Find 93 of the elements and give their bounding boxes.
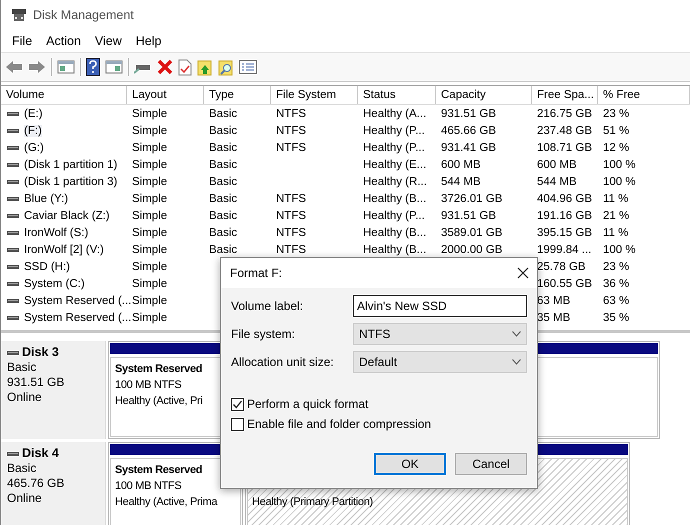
table-cell: Basic bbox=[209, 226, 238, 238]
table-cell: Basic bbox=[209, 244, 238, 256]
partition-status: Healthy (Active, Pri bbox=[115, 394, 204, 409]
table-cell: 3726.01 GB bbox=[441, 192, 502, 204]
table-cell: NTFS bbox=[276, 226, 306, 238]
table-cell: Basic bbox=[209, 158, 238, 170]
disk-name: Disk 3 bbox=[22, 345, 59, 360]
table-cell: Basic bbox=[209, 192, 238, 204]
checkbox-label: Perform a quick format bbox=[247, 397, 368, 411]
table-cell: 216.75 GB bbox=[537, 108, 592, 120]
disk-name: Disk 4 bbox=[22, 446, 59, 461]
table-cell: Simple bbox=[132, 142, 168, 154]
partition-status: Healthy (Active, Prima bbox=[115, 495, 218, 510]
table-cell: 35 % bbox=[603, 312, 630, 324]
table-cell: 1999.84 ... bbox=[537, 244, 592, 256]
table-cell: Healthy (P... bbox=[363, 142, 425, 154]
table-cell: 51 % bbox=[603, 124, 630, 136]
table-cell: Healthy (P... bbox=[363, 124, 425, 136]
table-cell: 931.51 GB bbox=[441, 108, 496, 120]
table-cell: 404.96 GB bbox=[537, 192, 592, 204]
table-cell: Simple bbox=[132, 124, 168, 136]
table-cell: 600 MB bbox=[441, 158, 481, 170]
table-cell: NTFS bbox=[276, 244, 306, 256]
table-cell: Basic bbox=[209, 108, 238, 120]
table-cell: Simple bbox=[132, 210, 168, 222]
table-cell: Simple bbox=[132, 244, 168, 256]
table-cell: 108.71 GB bbox=[537, 142, 592, 154]
table-cell: Basic bbox=[209, 210, 238, 222]
disk-type: Basic bbox=[7, 461, 38, 476]
partition-size: 100 MB NTFS bbox=[115, 378, 182, 393]
table-cell: 237.48 GB bbox=[537, 124, 592, 136]
window-title: Disk Management bbox=[33, 8, 134, 22]
table-cell: Healthy (E... bbox=[363, 158, 426, 170]
table-cell: Simple bbox=[132, 260, 168, 272]
table-cell: Simple bbox=[132, 226, 168, 238]
table-cell: 63 MB bbox=[537, 294, 570, 306]
partition-size: 100 MB NTFS bbox=[115, 479, 182, 494]
table-cell: NTFS bbox=[276, 108, 306, 120]
table-cell: NTFS bbox=[276, 142, 306, 154]
table-cell: Healthy (R... bbox=[363, 176, 427, 188]
table-cell: 12 % bbox=[603, 142, 630, 154]
table-cell: Healthy (A... bbox=[363, 108, 426, 120]
table-cell: 25.78 GB bbox=[537, 260, 586, 272]
table-cell: NTFS bbox=[276, 124, 306, 136]
table-cell: 191.16 GB bbox=[537, 210, 592, 222]
disk-size: 931.51 GB bbox=[7, 375, 66, 390]
table-cell: Healthy (P... bbox=[363, 210, 425, 222]
table-cell: 21 % bbox=[603, 210, 630, 222]
field-label: Volume label: bbox=[231, 299, 304, 313]
table-cell: 931.41 GB bbox=[441, 142, 496, 154]
table-cell: Simple bbox=[132, 158, 168, 170]
table-cell: NTFS bbox=[276, 192, 306, 204]
table-cell: 931.51 GB bbox=[441, 210, 496, 222]
table-cell: 100 % bbox=[603, 176, 636, 188]
table-cell: Healthy (B... bbox=[363, 244, 426, 256]
partition-name: System Reserved bbox=[115, 463, 204, 478]
table-cell: Basic bbox=[209, 176, 238, 188]
table-cell: 11 % bbox=[603, 192, 628, 204]
table-cell: Simple bbox=[132, 176, 168, 188]
disk-size: 465.76 GB bbox=[7, 476, 66, 491]
table-cell: 465.66 GB bbox=[441, 124, 496, 136]
table-cell: 23 % bbox=[603, 108, 630, 120]
table-cell: 23 % bbox=[603, 260, 630, 272]
table-cell: 100 % bbox=[603, 158, 636, 170]
disk-state: Online bbox=[7, 390, 43, 405]
table-cell: 63 % bbox=[603, 294, 630, 306]
table-cell: 395.15 GB bbox=[537, 226, 592, 238]
table-cell: Simple bbox=[132, 294, 168, 306]
table-cell: Simple bbox=[132, 312, 168, 324]
table-cell: 3589.01 GB bbox=[441, 226, 502, 238]
table-cell: Simple bbox=[132, 192, 168, 204]
partition-status: Healthy (Primary Partition) bbox=[252, 495, 374, 510]
table-cell: Simple bbox=[132, 278, 168, 290]
table-cell: 35 MB bbox=[537, 312, 570, 324]
table-cell: Basic bbox=[209, 124, 238, 136]
field-label: File system: bbox=[231, 327, 296, 341]
checkbox-label: Enable file and folder compression bbox=[247, 417, 432, 431]
dialog-title: Format F: bbox=[230, 266, 282, 280]
table-cell: Healthy (B... bbox=[363, 226, 426, 238]
table-cell: 100 % bbox=[603, 244, 636, 256]
table-cell: Healthy (B... bbox=[363, 192, 426, 204]
table-cell: Basic bbox=[209, 142, 238, 154]
disk-state: Online bbox=[7, 491, 43, 506]
table-cell: NTFS bbox=[276, 210, 306, 222]
table-cell: 544 MB bbox=[537, 176, 577, 188]
table-cell: 544 MB bbox=[441, 176, 481, 188]
disk-type: Basic bbox=[7, 360, 38, 375]
table-cell: 160.55 GB bbox=[537, 278, 592, 290]
table-cell: 2000.00 GB bbox=[441, 244, 502, 256]
table-cell: Simple bbox=[132, 108, 168, 120]
table-cell: 36 % bbox=[603, 278, 630, 290]
table-cell: 600 MB bbox=[537, 158, 577, 170]
table-cell: 11 % bbox=[603, 226, 628, 238]
